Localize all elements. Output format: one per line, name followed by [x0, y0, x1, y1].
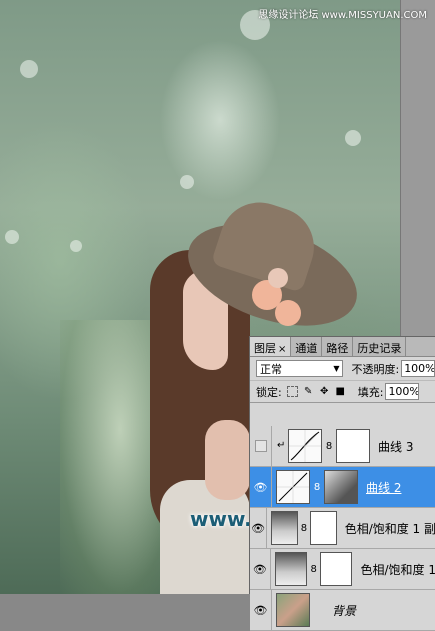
blend-row: 正常 ▼ 不透明度: 100%	[250, 357, 435, 381]
hue-saturation-adjustment-icon	[274, 552, 307, 586]
hue-saturation-adjustment-icon	[271, 511, 299, 545]
layer-hue-saturation-copy[interactable]: 👁 8 色相/饱和度 1 副	[250, 507, 435, 549]
link-icon[interactable]: 8	[300, 523, 308, 534]
panel-tabs: 图层 × 通道 路径 历史记录	[250, 337, 435, 357]
visibility-toggle[interactable]: 👁	[250, 589, 272, 631]
eye-icon: 👁	[251, 521, 266, 535]
blend-mode-value: 正常	[260, 362, 282, 376]
layer-mask-thumbnail[interactable]	[336, 429, 370, 463]
lock-label: 锁定:	[256, 385, 282, 399]
flower	[268, 268, 288, 288]
layer-name: 色相/饱和度 1 副	[344, 521, 435, 536]
tab-paths[interactable]: 路径	[322, 337, 354, 356]
close-icon[interactable]: ×	[278, 344, 286, 355]
bokeh-light	[70, 240, 82, 252]
eye-icon: 👁	[253, 480, 268, 494]
lock-move-icon[interactable]: ✥	[319, 386, 330, 397]
link-icon[interactable]: 8	[324, 441, 334, 452]
bokeh-light	[180, 175, 194, 189]
eye-icon: 👁	[252, 562, 267, 576]
layer-name: 曲线 2	[366, 480, 402, 495]
layer-name: 曲线 3	[378, 439, 414, 454]
fill-label: 填充:	[357, 385, 384, 399]
layer-mask-thumbnail[interactable]	[320, 552, 353, 586]
tab-label: 路径	[326, 342, 349, 355]
watermark-top: 思缘设计论坛 www.MISSYUAN.COM	[258, 10, 427, 21]
blend-mode-select[interactable]: 正常 ▼	[256, 360, 344, 377]
layer-mask-thumbnail[interactable]	[324, 470, 358, 504]
link-icon[interactable]: 8	[309, 564, 318, 575]
curves-adjustment-icon	[288, 429, 322, 463]
layer-curves-3[interactable]: ↵ 8 曲线 3	[250, 425, 435, 467]
tab-label: 图层	[254, 342, 276, 355]
tab-layers[interactable]: 图层 ×	[250, 337, 292, 356]
layers-panel: 图层 × 通道 路径 历史记录 正常 ▼ 不透明度: 100% 锁定: ✎ ✥ ■…	[249, 336, 435, 631]
bokeh-light	[5, 230, 19, 244]
visibility-toggle[interactable]: 👁	[250, 507, 268, 549]
tab-label: 历史记录	[357, 342, 402, 355]
bokeh-light	[345, 130, 361, 146]
layer-name: 背景	[332, 603, 357, 618]
tab-channels[interactable]: 通道	[291, 337, 323, 356]
visibility-toggle[interactable]: 👁	[250, 548, 271, 590]
flower	[275, 300, 301, 326]
tab-label: 通道	[295, 342, 318, 355]
tab-history[interactable]: 历史记录	[353, 337, 407, 356]
layer-list: ↵ 8 曲线 3 👁 8 曲线 2 👁 8 色相/饱和度 1 副 👁 8 色相/…	[250, 425, 435, 631]
clipping-arrow-icon: ↵	[277, 440, 286, 451]
eye-icon: 👁	[253, 603, 268, 617]
layer-thumbnail	[276, 593, 310, 627]
layer-mask-thumbnail[interactable]	[309, 511, 337, 545]
bokeh-light	[20, 60, 38, 78]
layer-background[interactable]: 👁 背景	[250, 589, 435, 631]
layer-name: 色相/饱和度 1	[360, 562, 435, 577]
lock-all-icon[interactable]: ■	[335, 386, 346, 397]
arm	[205, 420, 250, 500]
link-icon[interactable]: 8	[312, 482, 322, 493]
opacity-input[interactable]: 100%	[401, 360, 435, 377]
lock-transparency-icon[interactable]	[286, 386, 298, 397]
chevron-down-icon: ▼	[333, 364, 340, 373]
opacity-label: 不透明度:	[351, 362, 400, 376]
layer-hue-saturation[interactable]: 👁 8 色相/饱和度 1	[250, 548, 435, 590]
lock-brush-icon[interactable]: ✎	[303, 386, 314, 397]
lock-row: 锁定: ✎ ✥ ■ 填充: 100%	[250, 381, 435, 403]
visibility-toggle[interactable]: 👁	[250, 466, 272, 508]
curves-adjustment-icon	[276, 470, 310, 504]
layer-curves-2[interactable]: 👁 8 曲线 2	[250, 466, 435, 508]
eye-off-icon	[254, 440, 267, 452]
visibility-toggle[interactable]	[250, 425, 272, 467]
fill-input[interactable]: 100%	[385, 383, 420, 400]
